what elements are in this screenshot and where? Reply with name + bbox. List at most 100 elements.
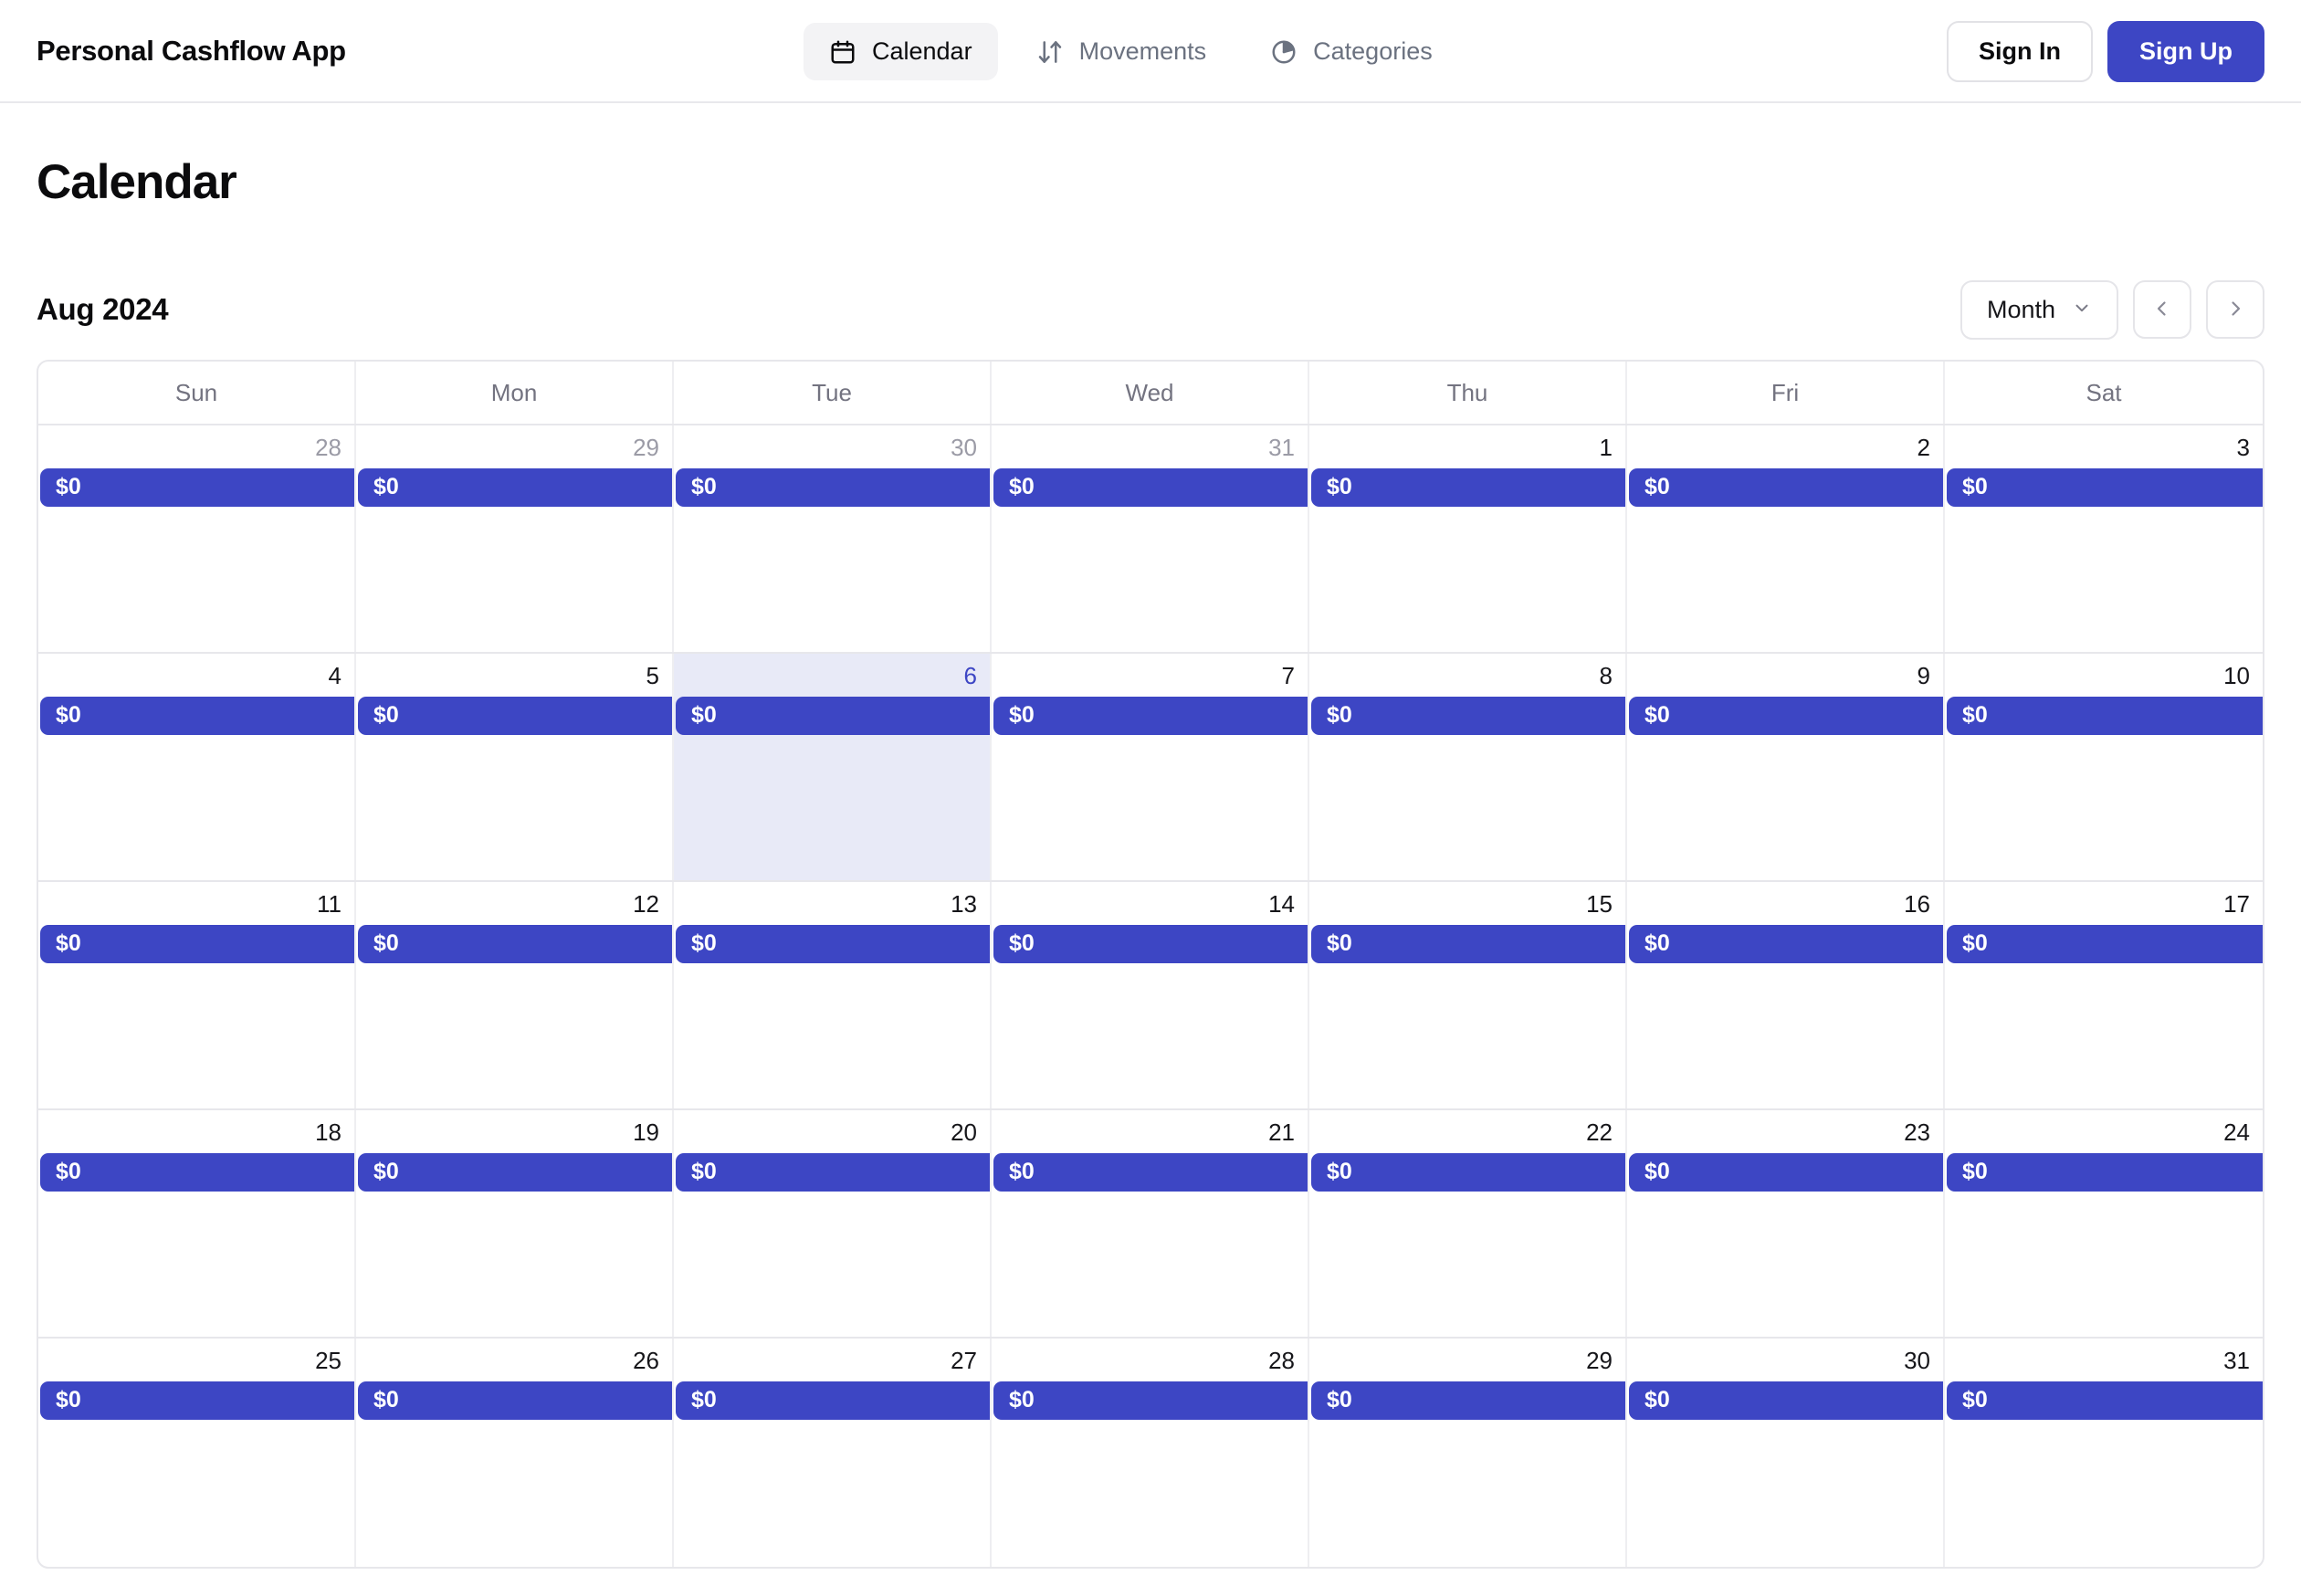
day-number: 23	[1904, 1118, 1930, 1146]
day-amount-pill[interactable]: $0	[1947, 696, 2263, 735]
calendar-icon	[829, 38, 856, 66]
calendar-day-cell[interactable]: 31 $0	[992, 425, 1309, 652]
calendar-day-cell[interactable]: 31 $0	[1945, 1339, 2263, 1567]
sign-up-button[interactable]: Sign Up	[2107, 20, 2264, 83]
day-number: 22	[1586, 1118, 1613, 1146]
day-amount-pill[interactable]: $0	[358, 1152, 672, 1192]
calendar-day-cell[interactable]: 12 $0	[356, 882, 674, 1108]
tab-calendar[interactable]: Calendar	[804, 23, 998, 80]
calendar-day-cell[interactable]: 26 $0	[356, 1339, 674, 1567]
weekday-sat: Sat	[2086, 379, 2122, 406]
calendar-day-cell[interactable]: 6 $0	[674, 654, 992, 880]
day-amount-pill[interactable]: $0	[1947, 1381, 2263, 1420]
calendar-day-cell[interactable]: 20 $0	[674, 1110, 992, 1337]
day-amount-pill[interactable]: $0	[358, 467, 672, 507]
tab-movements-label: Movements	[1078, 37, 1207, 65]
calendar-day-cell[interactable]: 5 $0	[356, 654, 674, 880]
day-amount-pill[interactable]: $0	[40, 924, 354, 963]
day-number: 18	[315, 1118, 341, 1146]
calendar-day-cell[interactable]: 28 $0	[38, 425, 356, 652]
calendar-day-cell[interactable]: 11 $0	[38, 882, 356, 1108]
tab-movements[interactable]: Movements	[1011, 23, 1233, 80]
calendar-day-cell[interactable]: 2 $0	[1627, 425, 1945, 652]
day-amount-pill[interactable]: $0	[993, 1381, 1308, 1420]
day-amount-pill[interactable]: $0	[1311, 1152, 1625, 1192]
day-amount-pill[interactable]: $0	[1629, 1381, 1943, 1420]
day-amount-pill[interactable]: $0	[1629, 696, 1943, 735]
calendar-day-cell[interactable]: 3 $0	[1945, 425, 2263, 652]
day-amount-pill[interactable]: $0	[40, 1152, 354, 1192]
day-amount-pill[interactable]: $0	[993, 696, 1308, 735]
day-amount-pill[interactable]: $0	[40, 696, 354, 735]
calendar-day-cell[interactable]: 10 $0	[1945, 654, 2263, 880]
calendar-day-cell[interactable]: 29 $0	[1309, 1339, 1627, 1567]
day-amount-pill[interactable]: $0	[358, 696, 672, 735]
calendar-day-cell[interactable]: 15 $0	[1309, 882, 1627, 1108]
calendar-grid: Sun Mon Tue Wed Thu Fri Sat 28 $0 29 $0 30 $0…	[37, 360, 2264, 1569]
calendar-day-cell[interactable]: 4 $0	[38, 654, 356, 880]
day-amount-pill[interactable]: $0	[1629, 467, 1943, 507]
app-brand-title: Personal Cashflow App	[37, 34, 346, 67]
calendar-day-cell[interactable]: 9 $0	[1627, 654, 1945, 880]
view-mode-select[interactable]: Month	[1960, 279, 2118, 340]
calendar-controls: Month	[1960, 279, 2264, 340]
day-amount-pill[interactable]: $0	[993, 924, 1308, 963]
calendar-day-cell[interactable]: 22 $0	[1309, 1110, 1627, 1337]
day-amount-pill[interactable]: $0	[676, 467, 990, 507]
day-number: 27	[951, 1347, 977, 1374]
calendar-day-cell[interactable]: 14 $0	[992, 882, 1309, 1108]
day-amount-pill[interactable]: $0	[358, 1381, 672, 1420]
previous-period-button[interactable]	[2133, 280, 2191, 339]
calendar-day-cell[interactable]: 30 $0	[674, 425, 992, 652]
day-amount-pill[interactable]: $0	[358, 924, 672, 963]
day-amount-pill[interactable]: $0	[993, 467, 1308, 507]
calendar-day-cell[interactable]: 30 $0	[1627, 1339, 1945, 1567]
day-amount-pill[interactable]: $0	[1629, 924, 1943, 963]
day-amount-pill[interactable]: $0	[1311, 696, 1625, 735]
calendar-day-cell[interactable]: 19 $0	[356, 1110, 674, 1337]
day-number: 21	[1268, 1118, 1295, 1146]
main-nav-tabs: Calendar Movements Categories	[804, 0, 1458, 103]
calendar-day-cell[interactable]: 29 $0	[356, 425, 674, 652]
day-amount-pill[interactable]: $0	[676, 696, 990, 735]
calendar-day-cell[interactable]: 28 $0	[992, 1339, 1309, 1567]
calendar-day-cell[interactable]: 1 $0	[1309, 425, 1627, 652]
calendar-day-cell[interactable]: 25 $0	[38, 1339, 356, 1567]
sign-in-button[interactable]: Sign In	[1947, 20, 2093, 83]
tab-calendar-label: Calendar	[872, 37, 972, 65]
day-number: 28	[1268, 1347, 1295, 1374]
weekday-header-row: Sun Mon Tue Wed Thu Fri Sat	[38, 362, 2263, 425]
calendar-day-cell[interactable]: 17 $0	[1945, 882, 2263, 1108]
calendar-week-row: 4 $0 5 $0 6 $0 7 $0 8 $0 9 $0 10 $0	[38, 654, 2263, 882]
day-amount-pill[interactable]: $0	[993, 1152, 1308, 1192]
calendar-day-cell[interactable]: 27 $0	[674, 1339, 992, 1567]
day-amount-pill[interactable]: $0	[1947, 924, 2263, 963]
day-number: 28	[315, 434, 341, 461]
day-amount-pill[interactable]: $0	[1311, 1381, 1625, 1420]
calendar-day-cell[interactable]: 16 $0	[1627, 882, 1945, 1108]
day-amount-pill[interactable]: $0	[676, 1152, 990, 1192]
transfer-icon	[1036, 38, 1064, 66]
day-amount-pill[interactable]: $0	[1947, 1152, 2263, 1192]
day-amount-pill[interactable]: $0	[1311, 467, 1625, 507]
calendar-day-cell[interactable]: 7 $0	[992, 654, 1309, 880]
day-amount-pill[interactable]: $0	[676, 1381, 990, 1420]
calendar-day-cell[interactable]: 21 $0	[992, 1110, 1309, 1337]
page-title: Calendar	[37, 155, 237, 209]
day-number: 31	[2223, 1347, 2250, 1374]
day-amount-pill[interactable]: $0	[1947, 467, 2263, 507]
day-amount-pill[interactable]: $0	[1629, 1152, 1943, 1192]
day-amount-pill[interactable]: $0	[40, 467, 354, 507]
calendar-day-cell[interactable]: 18 $0	[38, 1110, 356, 1337]
calendar-day-cell[interactable]: 24 $0	[1945, 1110, 2263, 1337]
next-period-button[interactable]	[2206, 280, 2264, 339]
calendar-day-cell[interactable]: 13 $0	[674, 882, 992, 1108]
calendar-day-cell[interactable]: 23 $0	[1627, 1110, 1945, 1337]
day-amount-pill[interactable]: $0	[1311, 924, 1625, 963]
tab-categories[interactable]: Categories	[1245, 23, 1458, 80]
weekday-mon: Mon	[356, 362, 674, 424]
calendar-day-cell[interactable]: 8 $0	[1309, 654, 1627, 880]
day-amount-pill[interactable]: $0	[676, 924, 990, 963]
day-amount-pill[interactable]: $0	[40, 1381, 354, 1420]
day-number: 4	[328, 662, 341, 689]
